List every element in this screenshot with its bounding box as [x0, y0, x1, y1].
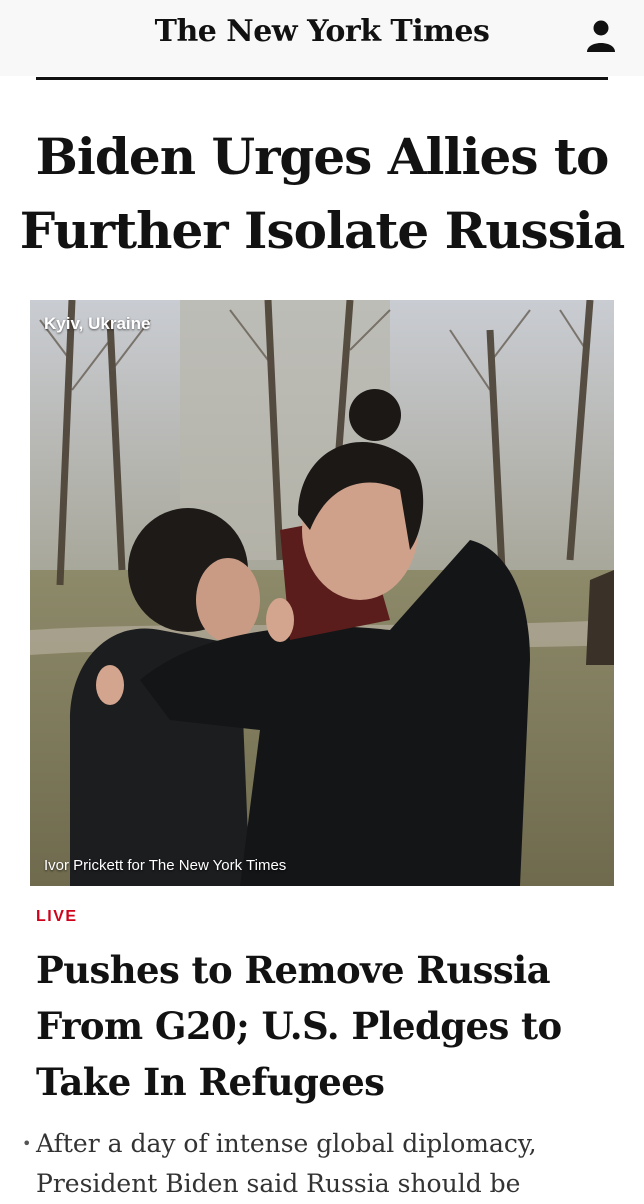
lead-headline[interactable]: Biden Urges Allies to Further Isolate Ru… [0, 120, 644, 268]
subhead-line: From G20; U.S. Pledges to [36, 1004, 562, 1048]
photo-credit: Ivor Prickett for The New York Times [44, 857, 287, 874]
headline-line: Further Isolate Russia [19, 201, 626, 260]
nyt-logo[interactable]: The New York Times [0, 14, 644, 49]
story-headline[interactable]: Pushes to Remove Russia From G20; U.S. P… [36, 942, 616, 1110]
lead-photo[interactable]: Kyiv, Ukraine Ivor Prickett for The New … [30, 300, 614, 886]
masthead-divider [36, 77, 608, 80]
photo-location: Kyiv, Ukraine [44, 314, 151, 333]
subhead-line: Pushes to Remove Russia [36, 948, 551, 992]
summary-line: After a day of intense global diplomacy, [36, 1129, 537, 1158]
headline-line: Biden Urges Allies to [35, 127, 610, 186]
summary-line: President Biden said Russia should be [36, 1169, 521, 1198]
live-badge: LIVE [36, 908, 78, 925]
photo-illustration [30, 300, 614, 886]
account-icon[interactable] [584, 18, 618, 54]
story-summary[interactable]: After a day of intense global diplomacy,… [36, 1124, 626, 1204]
bullet-icon: • [22, 1134, 32, 1153]
subhead-line: Take In Refugees [36, 1060, 385, 1104]
